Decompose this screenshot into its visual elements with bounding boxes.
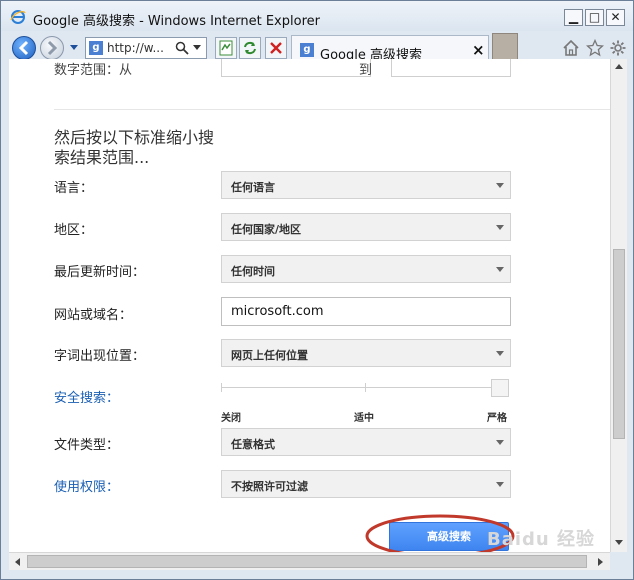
chevron-down-icon xyxy=(496,267,504,272)
term-position-select[interactable]: 网页上任何位置 xyxy=(221,339,511,367)
file-type-select[interactable]: 任意格式 xyxy=(221,428,511,456)
chevron-down-icon xyxy=(496,183,504,188)
horizontal-scroll-thumb[interactable] xyxy=(27,555,587,568)
safesearch-option-off[interactable]: 关闭 xyxy=(221,409,241,424)
range-to-label: 到 xyxy=(359,63,373,78)
maximize-icon: □ xyxy=(588,10,601,24)
safesearch-tick-off xyxy=(221,383,222,392)
range-to-input[interactable] xyxy=(391,59,511,77)
safesearch-label[interactable]: 安全搜索： xyxy=(54,387,119,406)
stop-icon xyxy=(270,42,282,54)
safesearch-track[interactable] xyxy=(221,387,503,388)
address-dropdown-icon[interactable] xyxy=(192,44,202,52)
site-domain-input[interactable]: microsoft.com xyxy=(221,297,511,326)
last-update-label: 最后更新时间： xyxy=(54,265,146,280)
chevron-down-icon xyxy=(496,440,504,445)
search-icon[interactable] xyxy=(175,41,189,55)
page-content: 数字范围：从 到 然后按以下标准缩小搜 索结果范围... 语言： 任何语言 地区… xyxy=(9,59,610,552)
last-update-value: 任何时间 xyxy=(231,265,275,278)
baidu-watermark: Baidu 经验 xyxy=(487,529,596,550)
scroll-up-icon[interactable] xyxy=(614,62,624,70)
file-type-label: 文件类型： xyxy=(54,438,120,453)
vertical-scrollbar[interactable] xyxy=(610,59,627,552)
section-heading-line1: 然后按以下标准缩小搜 xyxy=(54,128,215,147)
minimize-icon: ▁ xyxy=(568,10,579,24)
stop-button[interactable] xyxy=(265,37,287,59)
safesearch-option-moderate[interactable]: 适中 xyxy=(354,409,374,424)
chevron-down-icon xyxy=(496,482,504,487)
language-label: 语言： xyxy=(54,181,94,196)
scroll-left-icon[interactable] xyxy=(13,557,21,567)
back-button[interactable] xyxy=(12,36,36,60)
section-heading-line2: 索结果范围... xyxy=(54,148,150,167)
safesearch-slider-handle[interactable] xyxy=(491,379,509,397)
number-range-label: 数字范围：从 xyxy=(54,63,133,78)
chevron-down-icon xyxy=(496,351,504,356)
compatibility-view-button[interactable] xyxy=(215,37,237,59)
term-position-value: 网页上任何位置 xyxy=(231,349,308,362)
close-icon: ✕ xyxy=(610,10,621,24)
chevron-down-icon xyxy=(496,225,504,230)
horizontal-scrollbar[interactable] xyxy=(9,552,610,570)
forward-arrow-icon xyxy=(47,40,58,56)
region-select[interactable]: 任何国家/地区 xyxy=(221,213,511,241)
section-heading: 然后按以下标准缩小搜 索结果范围... xyxy=(54,128,214,168)
section-divider xyxy=(54,109,610,110)
site-domain-value[interactable]: microsoft.com xyxy=(231,304,324,319)
tab-close-icon[interactable]: × xyxy=(472,41,485,59)
address-text[interactable]: http://w... xyxy=(107,41,164,55)
refresh-button[interactable] xyxy=(239,37,261,59)
compatibility-icon xyxy=(219,40,233,56)
minimize-button[interactable]: ▁ xyxy=(564,9,583,26)
last-update-select[interactable]: 任何时间 xyxy=(221,255,511,283)
site-domain-label: 网站或域名： xyxy=(54,308,133,323)
history-dropdown-icon[interactable] xyxy=(69,44,79,52)
term-position-label: 字词出现位置： xyxy=(54,349,146,364)
language-select[interactable]: 任何语言 xyxy=(221,171,511,199)
home-icon[interactable] xyxy=(562,39,580,57)
window-title: Google 高级搜索 - Windows Internet Explorer xyxy=(33,14,320,29)
safesearch-option-strict[interactable]: 严格 xyxy=(487,409,507,424)
forward-button[interactable] xyxy=(40,36,64,60)
file-type-value: 任意格式 xyxy=(231,438,275,451)
favorites-star-icon[interactable] xyxy=(586,39,604,57)
usage-rights-label[interactable]: 使用权限： xyxy=(54,476,119,495)
ie-logo-icon xyxy=(10,10,26,24)
scroll-right-icon[interactable] xyxy=(597,557,605,567)
google-favicon-icon: g xyxy=(300,43,314,57)
address-bar[interactable]: g http://w... xyxy=(85,37,207,59)
maximize-button[interactable]: □ xyxy=(585,9,604,26)
usage-rights-value: 不按照许可过滤 xyxy=(231,480,308,493)
region-value: 任何国家/地区 xyxy=(231,223,302,236)
vertical-scroll-thumb[interactable] xyxy=(613,249,625,439)
google-favicon-icon: g xyxy=(89,41,103,55)
close-window-button[interactable]: ✕ xyxy=(606,9,625,26)
language-value: 任何语言 xyxy=(231,181,275,194)
region-label: 地区： xyxy=(54,223,94,238)
browser-window: Google 高级搜索 - Windows Internet Explorer … xyxy=(0,0,634,580)
back-arrow-icon xyxy=(18,40,29,56)
title-bar: Google 高级搜索 - Windows Internet Explorer … xyxy=(1,1,633,31)
usage-rights-select[interactable]: 不按照许可过滤 xyxy=(221,470,511,498)
refresh-icon xyxy=(244,41,256,55)
settings-gear-icon[interactable] xyxy=(609,39,627,57)
scroll-down-icon[interactable] xyxy=(614,539,624,547)
safesearch-tick-moderate xyxy=(365,383,366,392)
range-from-input[interactable] xyxy=(221,59,371,77)
